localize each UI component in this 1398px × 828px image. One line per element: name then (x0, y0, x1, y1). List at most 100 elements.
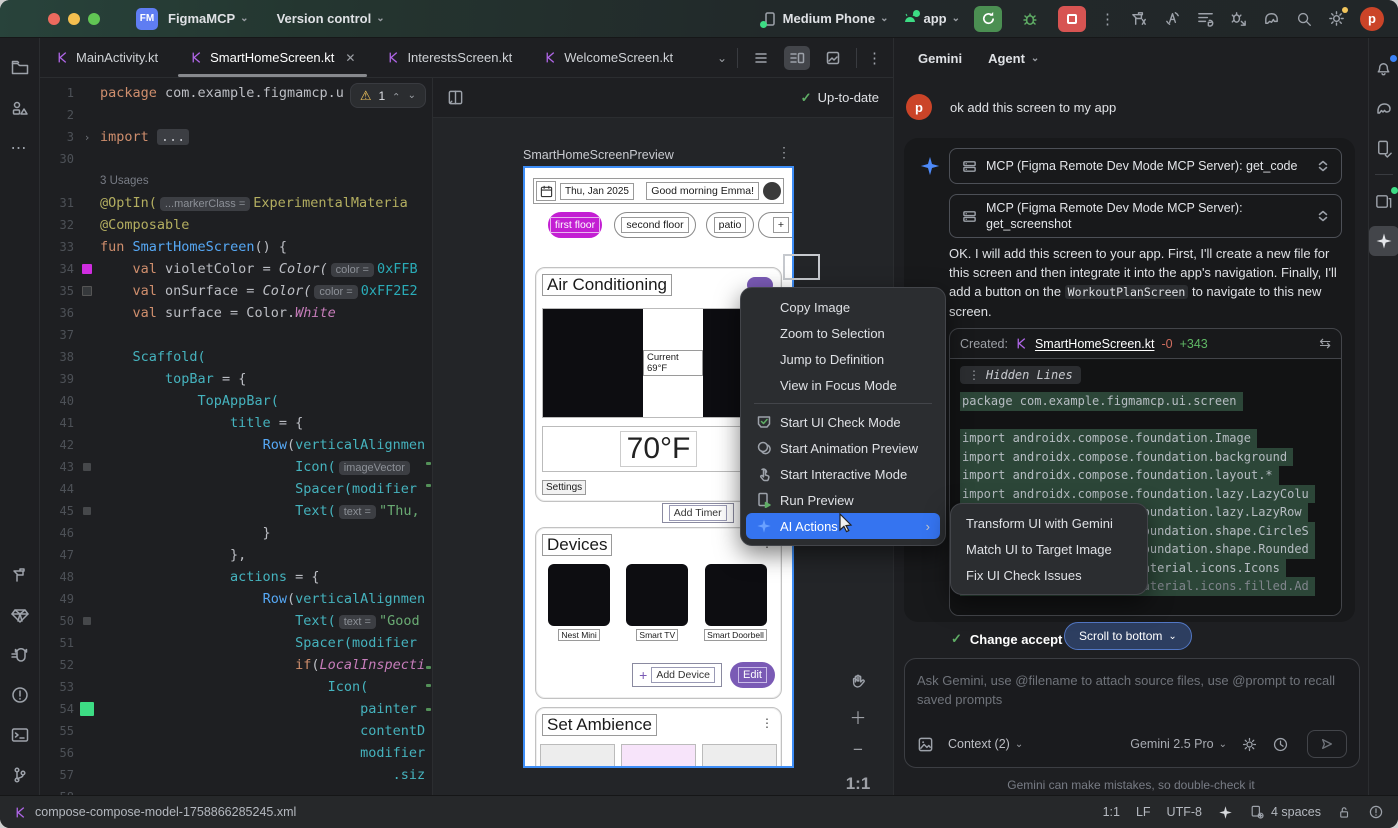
preview-kebab-icon[interactable]: ⋮ (777, 144, 791, 161)
created-file-link[interactable]: SmartHomeScreen.kt (1035, 337, 1154, 351)
indent-setting[interactable]: 4 spaces (1249, 804, 1321, 820)
device-mirror-icon[interactable] (1262, 9, 1281, 28)
gutter-line-number[interactable]: 50 (40, 614, 74, 628)
gutter-line-number[interactable]: 54 (40, 702, 74, 716)
code-view-icon[interactable] (748, 46, 774, 70)
preview-name[interactable]: SmartHomeScreenPreview (523, 148, 674, 162)
more-tool-windows-icon[interactable]: ⋯ (5, 133, 35, 163)
gutter-color-swatch[interactable] (82, 264, 92, 274)
submenu-item-transform-ui-with-gemini[interactable]: Transform UI with Gemini (956, 510, 1142, 536)
gutter-line-number[interactable]: 38 (40, 350, 74, 364)
next-issue-icon[interactable]: ⌄ (408, 90, 416, 101)
gutter-line-number[interactable]: 57 (40, 768, 74, 782)
pan-hand-icon[interactable] (846, 670, 870, 694)
gutter-line-number[interactable]: 42 (40, 438, 74, 452)
stop-button[interactable] (1058, 6, 1086, 32)
run-config-selector[interactable]: app⌄ (902, 11, 960, 27)
tab-options-kebab-icon[interactable]: ⋮ (867, 49, 883, 67)
gutter-line-number[interactable]: 30 (40, 152, 74, 166)
gemini-status-icon[interactable] (1218, 805, 1233, 820)
tab-gemini[interactable]: Gemini (918, 51, 962, 66)
fold-arrow-icon[interactable]: › (84, 131, 91, 144)
gutter-line-number[interactable]: 32 (40, 218, 74, 232)
gradle-icon[interactable] (1369, 93, 1398, 123)
file-encoding[interactable]: UTF-8 (1167, 805, 1202, 819)
menu-item-run-preview[interactable]: Run Preview (746, 487, 940, 513)
hidden-lines-chip[interactable]: ⋮ Hidden Lines (960, 366, 1081, 384)
gutter-line-number[interactable]: 56 (40, 746, 74, 760)
settings-icon[interactable] (1327, 9, 1346, 28)
gutter-line-number[interactable]: 41 (40, 416, 74, 430)
menu-item-view-in-focus-mode[interactable]: View in Focus Mode (746, 372, 940, 398)
notifications-icon[interactable] (1369, 53, 1398, 83)
tab-mainactivity-kt[interactable]: MainActivity.kt (40, 38, 174, 77)
tool-call-get-code[interactable]: MCP (Figma Remote Dev Mode MCP Server): … (949, 148, 1342, 184)
submenu-item-fix-ui-check-issues[interactable]: Fix UI Check Issues (956, 562, 1142, 588)
gutter-line-number[interactable]: 48 (40, 570, 74, 584)
tab-welcomescreen-kt[interactable]: WelcomeScreen.kt (528, 38, 689, 77)
menu-item-start-animation-preview[interactable]: Start Animation Preview (746, 435, 940, 461)
gutter-line-number[interactable]: 2 (40, 108, 74, 122)
gutter-line-number[interactable]: 45 (40, 504, 74, 518)
gutter-line-number[interactable]: 36 (40, 306, 74, 320)
project-selector[interactable]: FigmaMCP⌄ (168, 11, 249, 26)
resource-manager-icon[interactable] (5, 93, 35, 123)
attach-image-icon[interactable] (917, 736, 934, 753)
gutter-line-number[interactable]: 46 (40, 526, 74, 540)
history-icon[interactable] (1272, 736, 1289, 753)
zoom-out-icon[interactable]: − (846, 738, 870, 762)
menu-item-copy-image[interactable]: Copy Image (746, 294, 940, 320)
menu-item-start-ui-check-mode[interactable]: Start UI Check Mode (746, 409, 940, 435)
close-tab-icon[interactable]: ✕ (345, 51, 355, 65)
search-icon[interactable] (1295, 10, 1313, 28)
editor-scrollbar[interactable] (425, 78, 432, 795)
open-diff-icon[interactable]: ⇆ (1319, 335, 1331, 352)
menu-item-zoom-to-selection[interactable]: Zoom to Selection (746, 320, 940, 346)
gutter-line-number[interactable]: 44 (40, 482, 74, 496)
vcs-selector[interactable]: Version control⌄ (277, 11, 385, 26)
line-ending[interactable]: LF (1136, 805, 1151, 819)
expand-icon[interactable] (1317, 209, 1329, 223)
menu-item-jump-to-definition[interactable]: Jump to Definition (746, 346, 940, 372)
gutter-line-number[interactable]: 3 (40, 130, 74, 144)
gutter-line-number[interactable]: 1 (40, 86, 74, 100)
gutter-line-number[interactable]: 34 (40, 262, 74, 276)
project-tool-icon[interactable] (5, 53, 35, 83)
running-devices-icon[interactable] (1369, 186, 1398, 216)
preview-layout-icon[interactable] (447, 89, 464, 106)
gutter-line-number[interactable]: 39 (40, 372, 74, 386)
app-quality-insights-icon[interactable] (5, 600, 35, 630)
scroll-to-bottom-button[interactable]: Scroll to bottom⌄ (1064, 622, 1192, 650)
zoom-actual-size[interactable]: 1:1 (846, 772, 870, 795)
gutter-line-number[interactable]: 35 (40, 284, 74, 298)
gutter-color-swatch[interactable] (82, 286, 92, 296)
build-icon[interactable] (1130, 9, 1149, 28)
terminal-icon[interactable] (5, 720, 35, 750)
menu-item-start-interactive-mode[interactable]: Start Interactive Mode (746, 461, 940, 487)
submenu-item-match-ui-to-target-image[interactable]: Match UI to Target Image (956, 536, 1142, 562)
gutter-color-swatch[interactable] (83, 617, 91, 625)
gutter-color-swatch[interactable] (83, 463, 91, 471)
code-editor[interactable]: 1package com.example.figmamcp.u23›import… (40, 78, 432, 795)
gutter-line-number[interactable]: 52 (40, 658, 74, 672)
gutter-line-number[interactable]: 40 (40, 394, 74, 408)
zoom-in-icon[interactable]: ＋ (846, 704, 870, 728)
inspection-widget[interactable]: ⚠ 1 ⌄ ⌄ (350, 83, 426, 108)
gemini-prompt-input[interactable]: Ask Gemini, use @filename to attach sour… (904, 658, 1360, 768)
send-button[interactable] (1307, 730, 1347, 758)
device-explorer-icon[interactable] (1369, 133, 1398, 163)
gutter-line-number[interactable]: 33 (40, 240, 74, 254)
split-view-icon[interactable] (784, 46, 810, 70)
run-options-kebab-icon[interactable]: ⋮ (1100, 10, 1116, 28)
problems-icon[interactable] (5, 680, 35, 710)
model-selector[interactable]: Gemini 2.5 Pro⌄ (1130, 737, 1227, 751)
caret-position[interactable]: 1:1 (1103, 805, 1120, 819)
expand-icon[interactable] (1317, 159, 1329, 173)
close-window-icon[interactable] (48, 13, 60, 25)
gutter-line-number[interactable]: 49 (40, 592, 74, 606)
rerun-button[interactable] (974, 6, 1002, 32)
gemini-tool-icon[interactable] (1369, 226, 1398, 256)
attach-debugger-icon[interactable] (1229, 9, 1248, 28)
gutter-line-number[interactable]: 37 (40, 328, 74, 342)
gutter-line-number[interactable]: 55 (40, 724, 74, 738)
